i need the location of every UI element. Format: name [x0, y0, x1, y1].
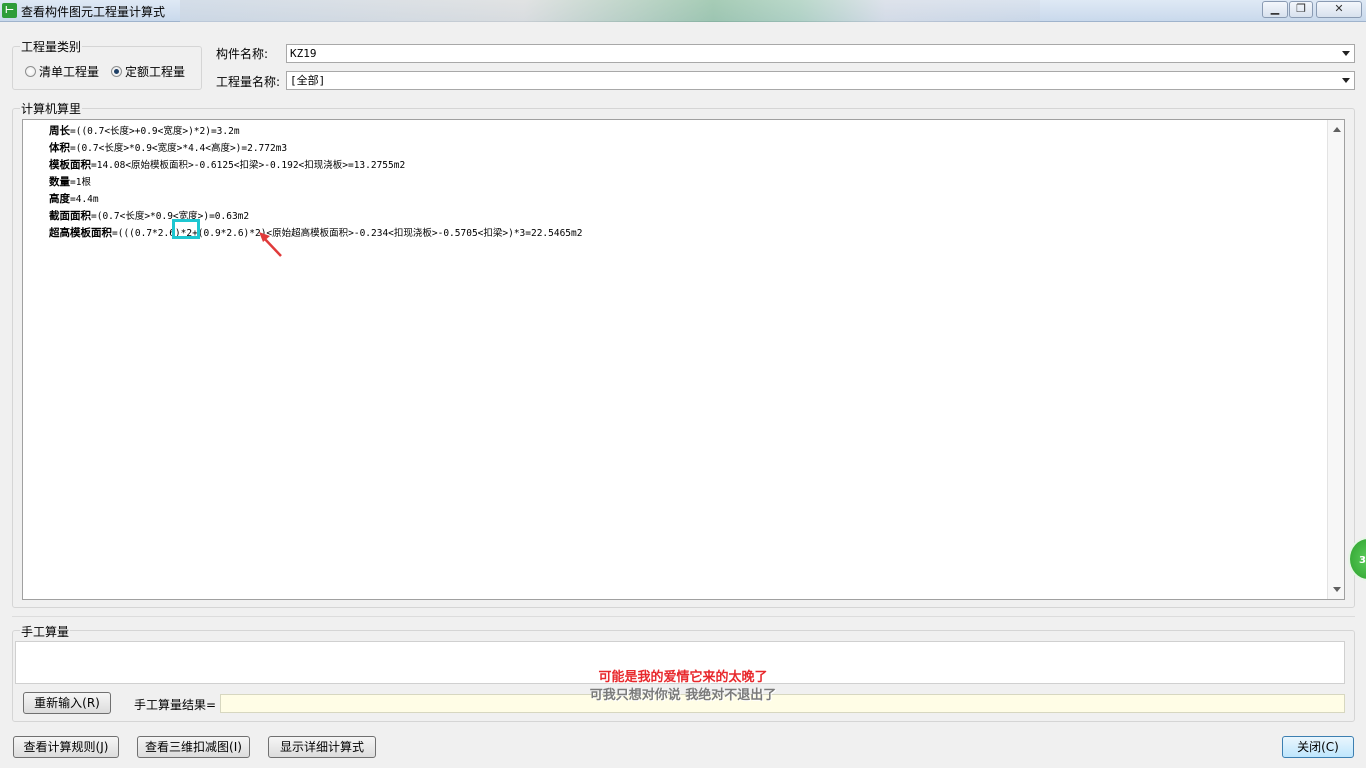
app-icon: ⊢: [2, 3, 17, 18]
window-title: 查看构件图元工程量计算式: [21, 5, 166, 19]
quantity-name-label: 工程量名称:: [216, 75, 281, 89]
calc-formula-textarea[interactable]: 周长=((0.7<长度>+0.9<宽度>)*2)=3.2m 体积=(0.7<长度…: [22, 119, 1345, 600]
formula-lines: 周长=((0.7<长度>+0.9<宽度>)*2)=3.2m 体积=(0.7<长度…: [49, 123, 582, 242]
view-3d-deduction-button[interactable]: 查看三维扣减图(I): [137, 736, 250, 758]
component-name-label: 构件名称:: [216, 47, 269, 61]
close-button[interactable]: 关闭(C): [1282, 736, 1354, 758]
formula-line: 截面面积=(0.7<长度>*0.9<宽度>)=0.63m2: [49, 210, 250, 222]
quantity-name-select-value: [全部]: [290, 74, 326, 87]
close-window-button[interactable]: ✕: [1316, 1, 1362, 18]
computer-calc-label: 计算机算里: [20, 100, 83, 117]
quantity-type-label: 工程量类别: [20, 38, 83, 55]
divider: [12, 616, 1355, 617]
scroll-up-icon[interactable]: [1333, 127, 1341, 132]
radio-norm-quantity-label: 定额工程量: [125, 65, 186, 79]
title-bar-background: [180, 0, 1040, 22]
restore-button[interactable]: ❐: [1289, 1, 1313, 18]
formula-line: 数量=1根: [49, 176, 91, 188]
radio-bill-quantity[interactable]: 清单工程量: [25, 63, 99, 80]
chevron-down-icon[interactable]: [1342, 51, 1350, 56]
radio-norm-quantity[interactable]: 定额工程量: [111, 63, 185, 80]
radio-bill-quantity-label: 清单工程量: [39, 65, 100, 79]
view-calc-rules-button[interactable]: 查看计算规则(J): [13, 736, 119, 758]
formula-line: 体积=(0.7<长度>*0.9<宽度>*4.4<高度>)=2.772m3: [49, 142, 288, 154]
formula-line: 周长=((0.7<长度>+0.9<宽度>)*2)=3.2m: [49, 125, 240, 137]
show-detail-formula-button[interactable]: 显示详细计算式: [268, 736, 376, 758]
quantity-name-select[interactable]: [全部]: [286, 71, 1355, 90]
subtitle-line-1: 可能是我的爱情它来的太晚了: [598, 670, 768, 685]
highlight-box-annotation: [172, 219, 200, 239]
chevron-down-icon[interactable]: [1342, 78, 1350, 83]
manual-calc-label: 手工算量: [20, 623, 71, 640]
title-bar: ⊢ 查看构件图元工程量计算式 ▁ ❐ ✕: [0, 0, 1366, 22]
radio-bill-quantity-dot[interactable]: [25, 66, 36, 77]
scroll-down-icon[interactable]: [1333, 587, 1341, 592]
vertical-scrollbar[interactable]: [1327, 120, 1344, 599]
formula-line: 模板面积=14.08<原始模板面积>-0.6125<扣梁>-0.192<扣现浇板…: [49, 159, 406, 171]
minimize-button[interactable]: ▁: [1262, 1, 1288, 18]
red-arrow-icon: [259, 232, 282, 257]
component-select[interactable]: KZ19: [286, 44, 1355, 63]
subtitle-line-2: 可我只想对你说 我绝对不退出了: [589, 688, 777, 703]
radio-norm-quantity-dot[interactable]: [111, 66, 122, 77]
formula-line: 超高模板面积=(((0.7*2.6)*2+(0.9*2.6)*2)<原始超高模板…: [49, 227, 583, 239]
component-select-value: KZ19: [290, 47, 317, 60]
formula-line: 高度=4.4m: [49, 193, 99, 205]
